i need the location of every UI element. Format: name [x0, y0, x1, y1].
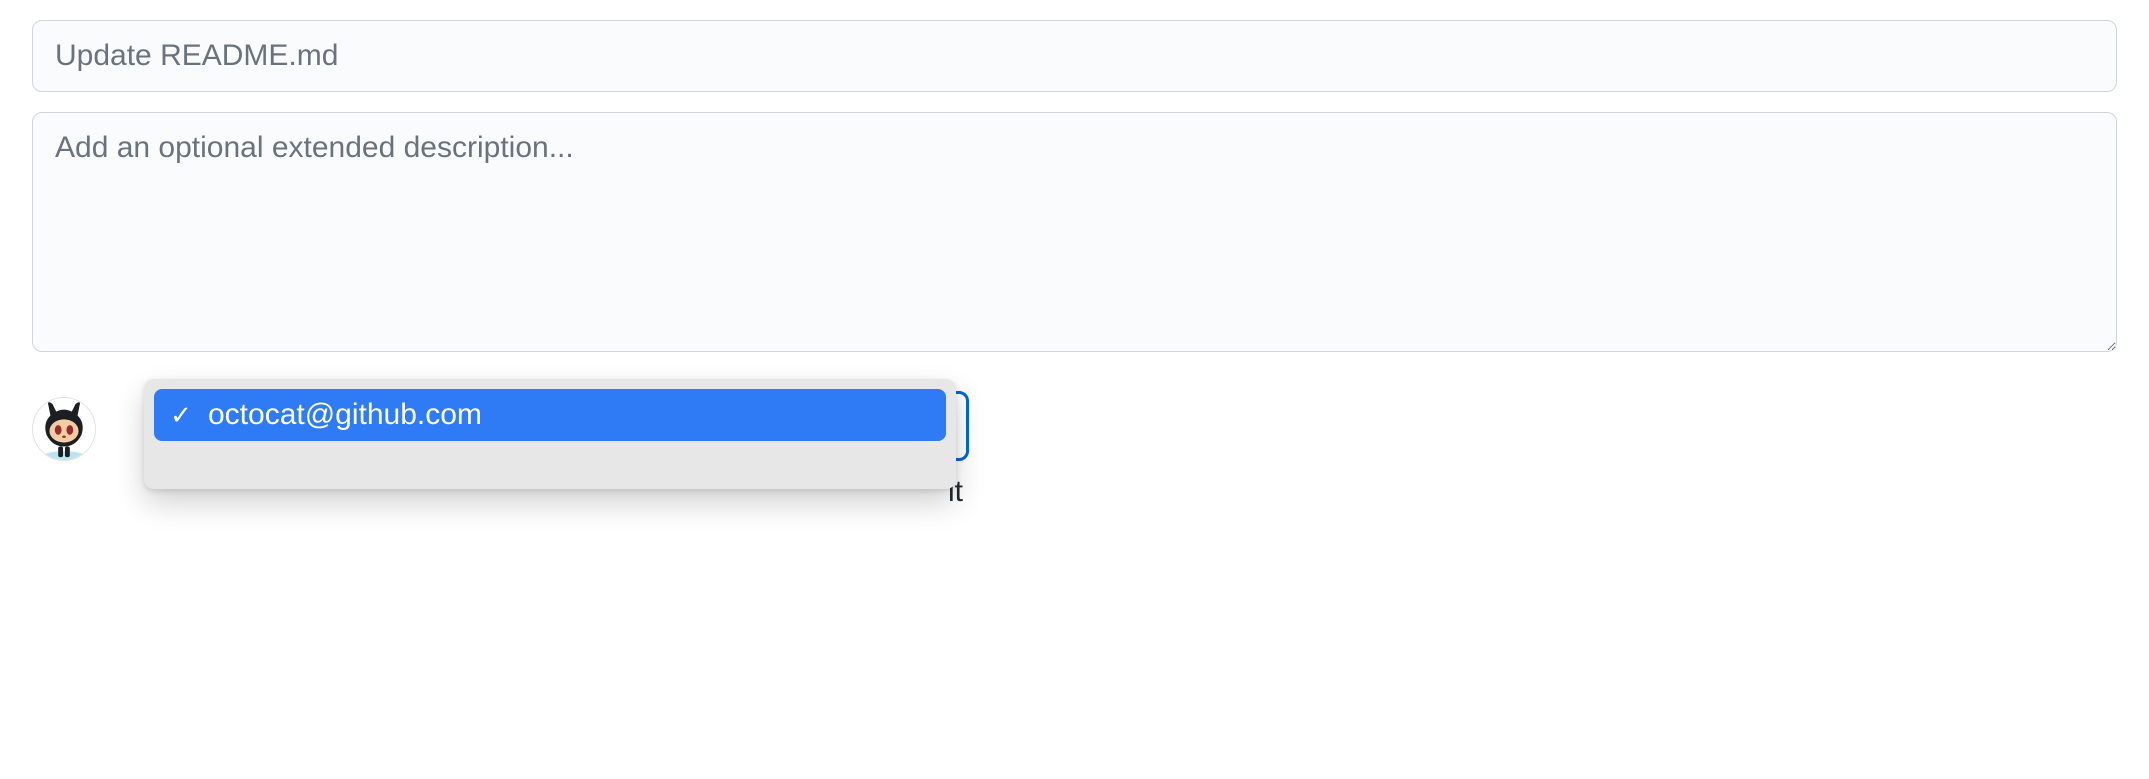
author-row: it ✓ octocat@github.com	[32, 397, 2117, 461]
author-dropdown-option[interactable]: ✓ octocat@github.com	[154, 389, 946, 441]
author-dropdown-menu[interactable]: ✓ octocat@github.com	[144, 379, 956, 489]
commit-summary-input[interactable]	[32, 20, 2117, 92]
octocat-icon	[33, 398, 95, 460]
author-dropdown-option-label: octocat@github.com	[208, 397, 482, 433]
avatar	[32, 397, 96, 461]
commit-description-textarea[interactable]	[32, 112, 2117, 352]
check-icon: ✓	[168, 402, 194, 428]
